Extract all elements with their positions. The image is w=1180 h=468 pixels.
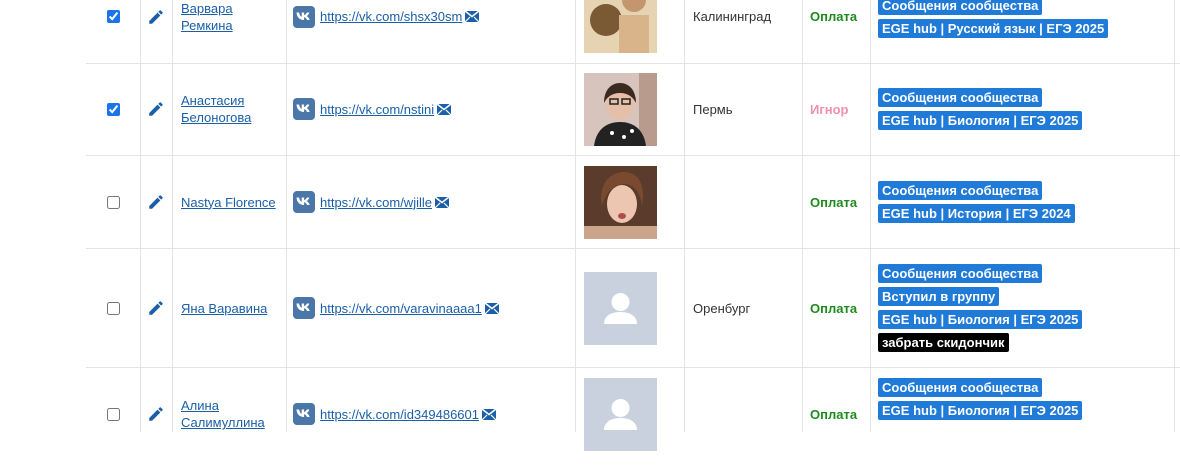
vk-profile-link[interactable]: https://vk.com/shsx30sm: [320, 9, 462, 24]
tag-label: Сообщения сообщества: [878, 181, 1043, 200]
pencil-icon[interactable]: [147, 299, 165, 317]
row-select[interactable]: [86, 368, 140, 460]
tag-label: Сообщения сообщества: [878, 378, 1043, 397]
vk-profile-link[interactable]: https://vk.com/varavinaaaa1: [320, 301, 482, 316]
edit-button[interactable]: [140, 368, 172, 460]
table-row: Варвара Ремкина https://vk.com/shsx30sm …: [86, 0, 1180, 64]
row-checkbox[interactable]: [106, 102, 120, 116]
row-checkbox[interactable]: [106, 195, 120, 209]
pencil-icon[interactable]: [147, 8, 165, 26]
tag-label: Вступил в группу: [878, 287, 1000, 306]
city-label: [693, 368, 803, 460]
pencil-icon[interactable]: [147, 405, 165, 423]
edit-button[interactable]: [140, 0, 172, 63]
row-select[interactable]: [86, 156, 140, 248]
edit-button[interactable]: [140, 249, 172, 367]
user-placeholder-icon: [584, 377, 657, 451]
tag-label: Сообщения сообщества: [878, 88, 1043, 107]
row-checkbox[interactable]: [106, 301, 120, 315]
contact-name-link[interactable]: Варвара Ремкина: [181, 0, 286, 34]
city-label: [693, 156, 803, 248]
contact-name-link[interactable]: Анастасия Белоногова: [181, 92, 286, 126]
table-row: Алина Салимуллина https://vk.com/id34948…: [86, 368, 1180, 460]
envelope-icon[interactable]: [434, 196, 449, 208]
city-label: Калининград: [693, 9, 772, 24]
tag-label: забрать скидончик: [878, 333, 1009, 352]
status-badge: Оплата: [810, 406, 858, 422]
tag-label: EGE hub | История | ЕГЭ 2024: [878, 204, 1075, 223]
tag-label: EGE hub | Биология | ЕГЭ 2025: [878, 401, 1083, 420]
envelope-icon[interactable]: [437, 103, 452, 115]
user-avatar: [584, 0, 657, 53]
vk-logo-icon: [293, 98, 315, 120]
vk-logo-icon: [293, 297, 315, 319]
contact-name-link[interactable]: Алина Салимуллина: [181, 397, 286, 431]
row-select[interactable]: [86, 0, 140, 63]
vk-logo-icon: [293, 403, 315, 425]
row-select[interactable]: [86, 249, 140, 367]
contact-name-link[interactable]: Яна Варавина: [181, 300, 267, 317]
tag-label: EGE hub | Биология | ЕГЭ 2025: [878, 111, 1083, 130]
pencil-icon[interactable]: [147, 193, 165, 211]
user-avatar: [584, 72, 657, 146]
row-select[interactable]: [86, 63, 140, 155]
city-label: Оренбург: [693, 300, 751, 316]
pencil-icon[interactable]: [147, 100, 165, 118]
user-placeholder-icon: [584, 271, 657, 345]
vk-profile-link[interactable]: https://vk.com/wjille: [320, 195, 432, 210]
envelope-icon[interactable]: [484, 302, 499, 314]
vk-logo-icon: [293, 191, 315, 213]
tag-label: EGE hub | Русский язык | ЕГЭ 2025: [878, 18, 1109, 38]
vk-logo-icon: [293, 5, 315, 28]
table-row: Nastya Florence https://vk.com/wjille Оп…: [86, 156, 1180, 249]
row-checkbox[interactable]: [106, 407, 120, 421]
vk-profile-link[interactable]: https://vk.com/id349486601: [320, 407, 479, 422]
status-badge: Игнор: [810, 101, 849, 117]
contact-name-link[interactable]: Nastya Florence: [181, 194, 276, 211]
edit-button[interactable]: [140, 63, 172, 155]
user-avatar: [584, 165, 657, 239]
tag-label: Сообщения сообщества: [878, 0, 1043, 15]
status-badge: Оплата: [810, 194, 858, 210]
edit-button[interactable]: [140, 156, 172, 248]
tag-label: EGE hub | Биология | ЕГЭ 2025: [878, 310, 1083, 329]
envelope-icon[interactable]: [465, 11, 480, 22]
vk-profile-link[interactable]: https://vk.com/nstini: [320, 102, 434, 117]
status-badge: Оплата: [810, 300, 858, 316]
table-row: Анастасия Белоногова https://vk.com/nsti…: [86, 63, 1180, 156]
table-row: Яна Варавина https://vk.com/varavinaaaa1…: [86, 249, 1180, 368]
city-label: Пермь: [693, 101, 733, 117]
status-badge: Оплата: [810, 9, 858, 24]
left-margin: [0, 0, 86, 432]
row-checkbox[interactable]: [106, 10, 120, 23]
tag-label: Сообщения сообщества: [878, 264, 1043, 283]
envelope-icon[interactable]: [482, 408, 496, 420]
